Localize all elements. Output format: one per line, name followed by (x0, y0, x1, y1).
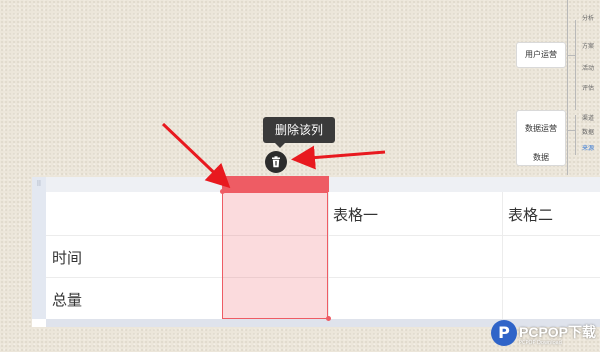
mindmap-leaf: 渠道 (582, 115, 595, 122)
mindmap-node-data-ops[interactable]: 数据运营 数据 (516, 110, 566, 166)
column-divider (328, 192, 329, 319)
mindmap-leaf: 数据 (582, 129, 595, 136)
mindmap-node-label: 数据运营 (525, 124, 557, 133)
selected-column[interactable] (222, 192, 328, 319)
table-cell-row-label[interactable]: 总量 (52, 289, 82, 310)
watermark-title: PCPOP下载 (519, 324, 597, 340)
table-cell-header[interactable]: 表格二 (508, 204, 553, 225)
selected-column-header[interactable] (222, 176, 329, 192)
mindmap-leaf: 活动 (582, 65, 595, 72)
mindmap-node-label: 数据 (533, 153, 549, 162)
table-cell-row-label[interactable]: 时间 (52, 247, 82, 268)
row-header-bar[interactable] (32, 192, 46, 319)
table-cell-header[interactable]: 表格一 (333, 204, 378, 225)
pcpop-logo-icon: P (491, 320, 517, 346)
mindmap-connector (567, 0, 568, 175)
mindmap-node-user-ops[interactable]: 用户运营 (516, 42, 566, 68)
mindmap-leaf: 来源 (582, 145, 595, 152)
delete-column-button[interactable] (265, 151, 287, 173)
watermark: P PCPOP下载 PCPOP Download (491, 318, 600, 352)
mindmap-connector (567, 130, 575, 131)
watermark-subtitle: PCPOP Download (519, 340, 562, 346)
arrow-to-delete-button (291, 145, 386, 170)
mindmap-connector (567, 55, 575, 56)
mindmap-connector (575, 115, 576, 155)
trash-icon (272, 156, 280, 168)
column-divider (502, 192, 503, 319)
delete-column-tooltip: 删除该列 (263, 117, 335, 148)
selection-handle[interactable] (220, 189, 225, 194)
mindmap-node-label: 用户运营 (525, 50, 557, 59)
mindmap-leaf: 评估 (582, 85, 595, 92)
mindmap-leaf: 方案 (582, 43, 595, 50)
mindmap-connector (575, 20, 576, 110)
table-corner-handle[interactable]: ⠿ (32, 177, 46, 192)
arrow-to-selected-column (161, 122, 231, 189)
selection-handle[interactable] (326, 316, 331, 321)
mindmap-leaf: 分析 (582, 15, 595, 22)
